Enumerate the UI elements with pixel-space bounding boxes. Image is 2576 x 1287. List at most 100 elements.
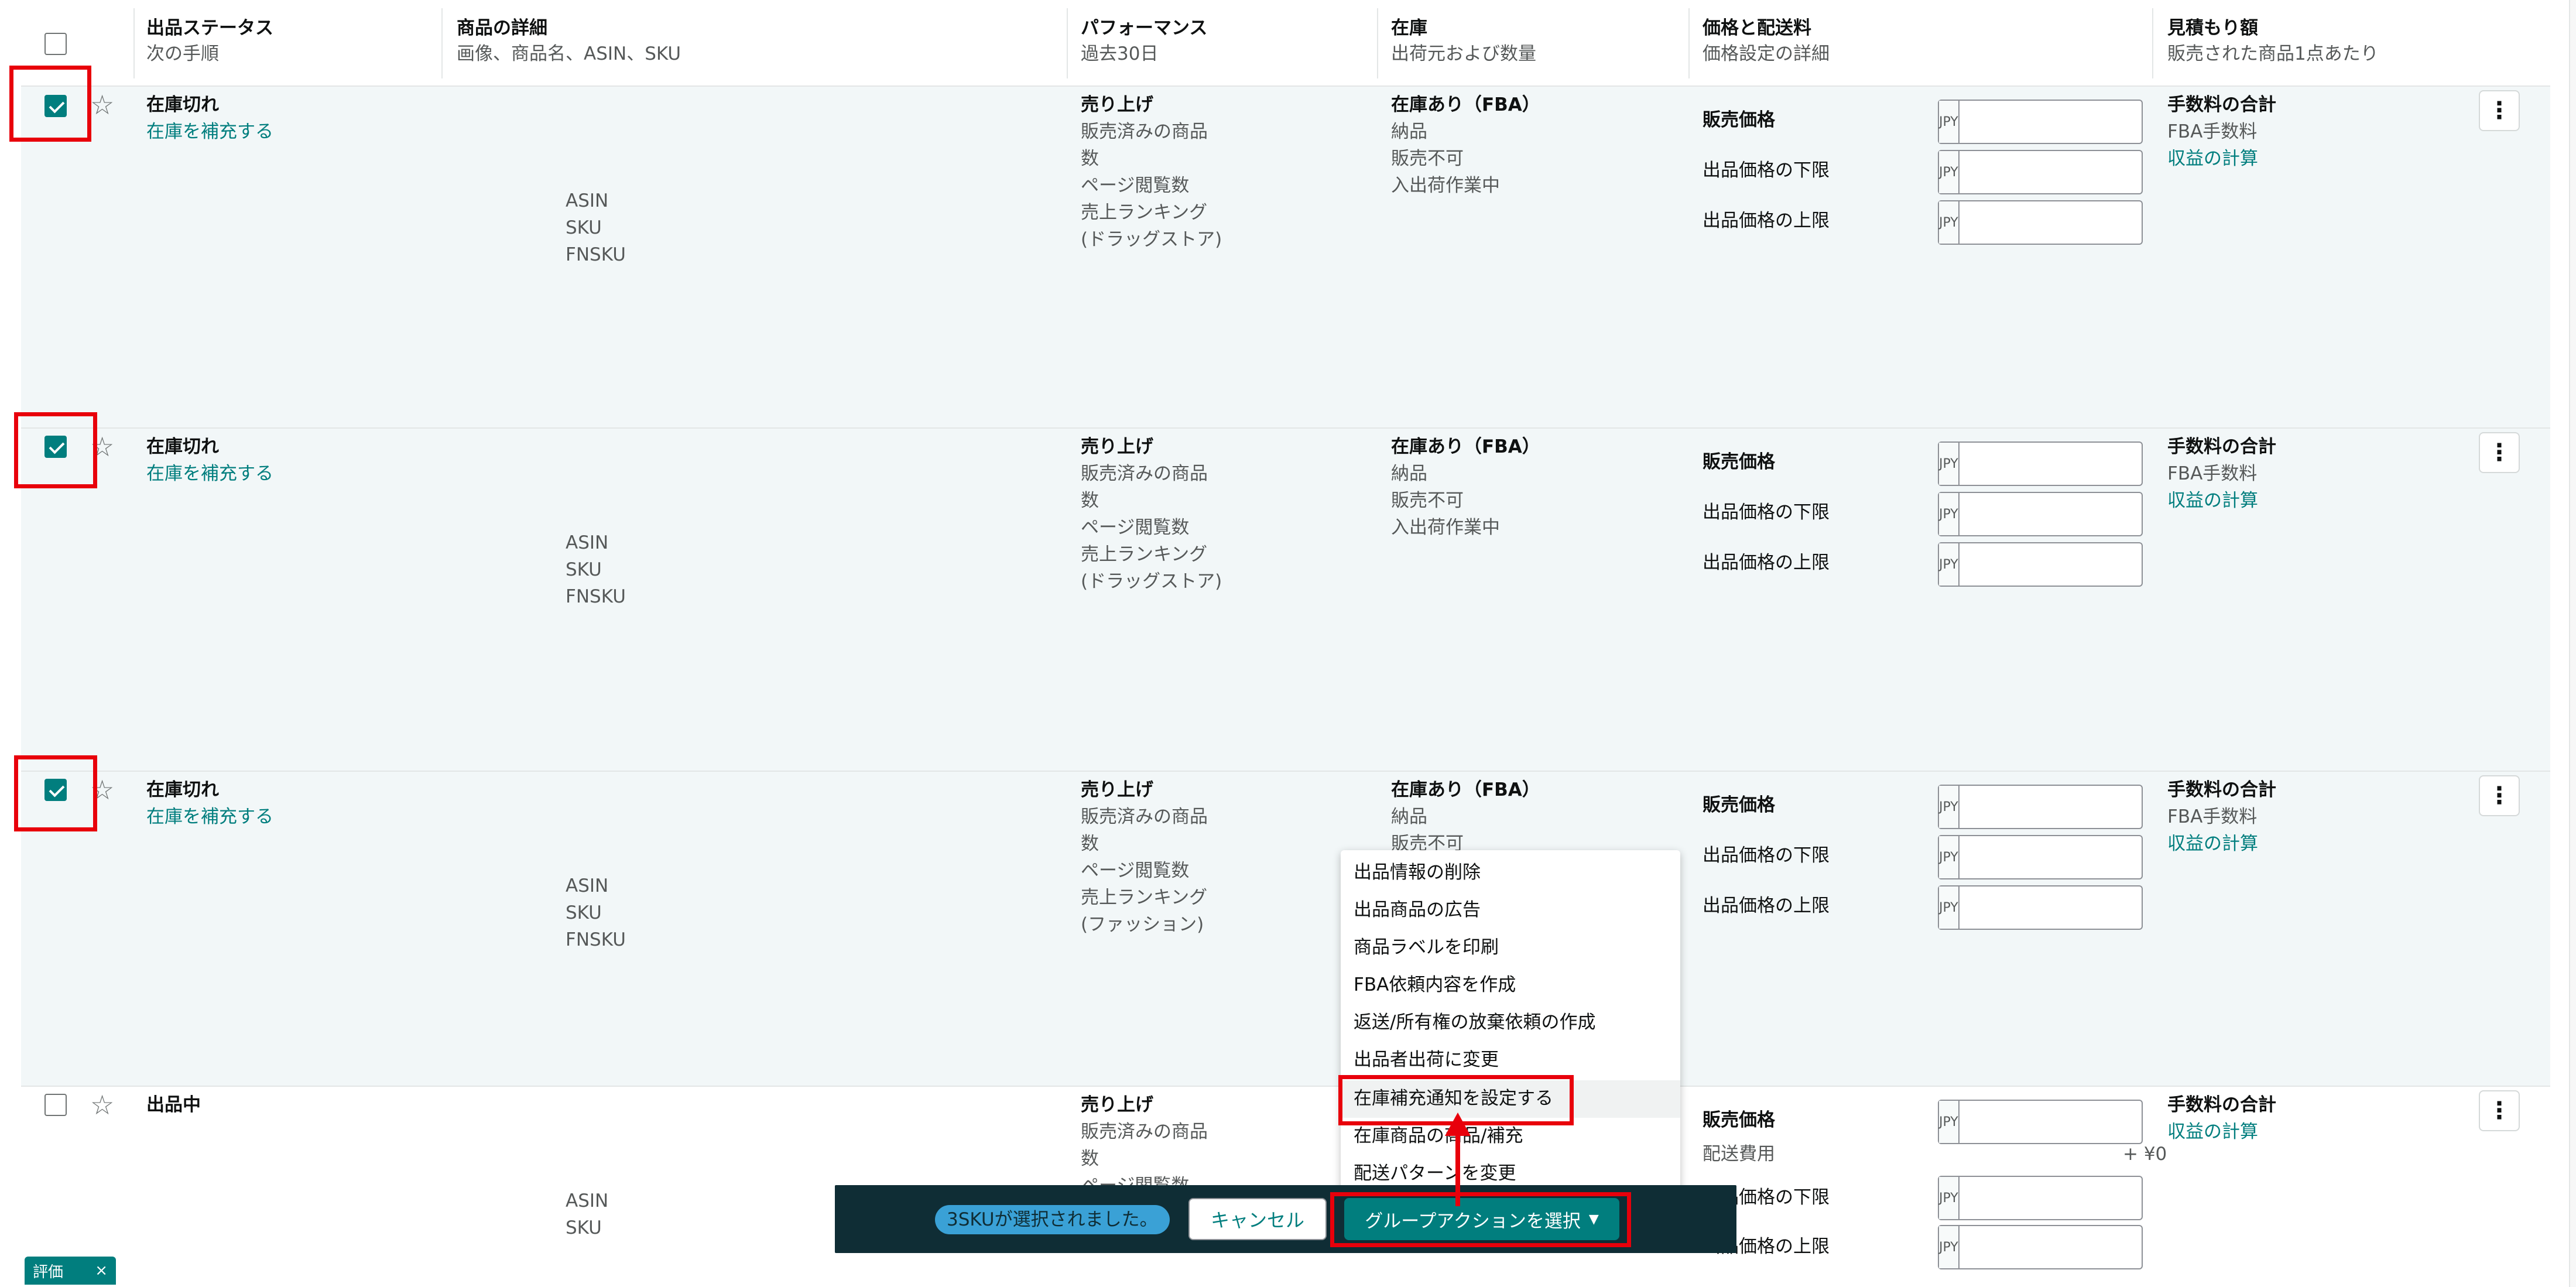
- min-price-label: 出品価格の下限: [1703, 845, 1830, 866]
- max-price-label: 出品価格の上限: [1703, 210, 1830, 231]
- perf-units-cont: 数: [1081, 833, 1099, 854]
- column-divider: [1067, 8, 1068, 78]
- header-stock: 在庫 出荷元および数量: [1391, 15, 1536, 67]
- perf-rank: 売上ランキング: [1081, 544, 1208, 565]
- perf-pageviews: ページ閲覧数: [1081, 860, 1190, 881]
- currency-label: JPY: [1939, 443, 1960, 485]
- listing-status: 在庫切れ: [146, 94, 219, 115]
- currency-label: JPY: [1939, 201, 1960, 244]
- shipping-label: 配送費用: [1703, 1144, 1775, 1165]
- max-price-field[interactable]: [1959, 543, 2180, 586]
- stock-unfulfillable: 販売不可: [1391, 148, 1464, 169]
- menu-item-advertise[interactable]: 出品商品の広告: [1354, 897, 1481, 923]
- min-price-input[interactable]: JPY: [1938, 492, 2180, 536]
- price-input[interactable]: JPY: [1938, 100, 2180, 144]
- perf-units-cont: 数: [1081, 148, 1099, 169]
- menu-item-change-to-mfn[interactable]: 出品者出荷に変更: [1354, 1047, 1499, 1073]
- menu-item-print-labels[interactable]: 商品ラベルを印刷: [1354, 935, 1499, 960]
- more-options-icon[interactable]: ⋮: [2479, 775, 2520, 816]
- sku-label: SKU: [566, 902, 602, 923]
- fee-total: 手数料の合計: [2167, 436, 2276, 457]
- currency-label: JPY: [1939, 493, 1960, 535]
- min-price-input[interactable]: JPY: [1938, 150, 2180, 194]
- price-input[interactable]: JPY: [1938, 785, 2180, 829]
- fnsku-label: FNSKU: [566, 244, 626, 265]
- more-options-icon[interactable]: ⋮: [2479, 90, 2520, 131]
- header-price: 価格と配送料 価格設定の詳細: [1703, 15, 1830, 67]
- fnsku-label: FNSKU: [566, 929, 626, 950]
- header-price-title: 価格と配送料: [1703, 18, 1811, 39]
- annotation-arrow-head: [1445, 1113, 1471, 1136]
- menu-item-create-fba-shipment[interactable]: FBA依頼内容を作成: [1354, 972, 1516, 998]
- min-price-field[interactable]: [1959, 1177, 2180, 1219]
- header-status: 出品ステータス 次の手順: [146, 15, 273, 67]
- price-input[interactable]: JPY: [1938, 1100, 2180, 1144]
- asin-label: ASIN: [566, 532, 609, 553]
- revenue-calculator-link[interactable]: 収益の計算: [2167, 830, 2258, 857]
- min-price-field[interactable]: [1959, 151, 2180, 193]
- sku-label: SKU: [566, 1217, 602, 1238]
- min-price-label: 出品価格の下限: [1703, 502, 1830, 523]
- listing-status: 在庫切れ: [146, 436, 219, 457]
- restock-link[interactable]: 在庫を補充する: [146, 460, 273, 487]
- perf-units: 販売済みの商品: [1081, 121, 1208, 142]
- revenue-calculator-link[interactable]: 収益の計算: [2167, 145, 2258, 172]
- price-field[interactable]: [1959, 443, 2180, 485]
- max-price-input[interactable]: JPY: [1938, 542, 2180, 587]
- min-price-input[interactable]: JPY: [1938, 835, 2180, 879]
- perf-units: 販売済みの商品: [1081, 463, 1208, 484]
- select-all-checkbox[interactable]: [44, 33, 67, 55]
- min-price-field[interactable]: [1959, 493, 2180, 535]
- price-field[interactable]: [1959, 1101, 2180, 1143]
- star-icon[interactable]: ☆: [90, 91, 114, 118]
- price-label: 販売価格: [1703, 451, 1775, 473]
- perf-pageviews: ページ閲覧数: [1081, 517, 1190, 538]
- more-options-icon[interactable]: ⋮: [2479, 1090, 2520, 1131]
- close-icon[interactable]: ×: [95, 1262, 108, 1279]
- max-price-label: 出品価格の上限: [1703, 895, 1830, 916]
- max-price-input[interactable]: JPY: [1938, 885, 2180, 930]
- cancel-button[interactable]: キャンセル: [1188, 1198, 1327, 1240]
- revenue-calculator-link[interactable]: 収益の計算: [2167, 487, 2258, 514]
- stock-fba: 在庫あり（FBA）: [1391, 94, 1540, 115]
- max-price-input[interactable]: JPY: [1938, 1225, 2180, 1269]
- vertical-scrollbar[interactable]: [2569, 0, 2576, 1287]
- highlight-box: [14, 755, 97, 831]
- max-price-field[interactable]: [1959, 886, 2180, 929]
- restock-link[interactable]: 在庫を補充する: [146, 118, 273, 145]
- price-input[interactable]: JPY: [1938, 441, 2180, 486]
- perf-rank: 売上ランキング: [1081, 887, 1208, 908]
- header-status-title: 出品ステータス: [146, 18, 273, 39]
- more-options-icon[interactable]: ⋮: [2479, 432, 2520, 473]
- evaluation-tab-label: 評価: [33, 1263, 64, 1281]
- max-price-input[interactable]: JPY: [1938, 200, 2180, 245]
- star-icon[interactable]: ☆: [90, 1091, 114, 1118]
- revenue-calculator-link[interactable]: 収益の計算: [2167, 1118, 2258, 1145]
- row-checkbox[interactable]: [44, 1094, 67, 1116]
- menu-item-delete-listing[interactable]: 出品情報の削除: [1354, 860, 1481, 885]
- perf-units-cont: 数: [1081, 1148, 1099, 1169]
- min-price-input[interactable]: JPY: [1938, 1176, 2180, 1220]
- header-perf-sub: 過去30日: [1081, 43, 1159, 64]
- max-price-field[interactable]: [1959, 1226, 2180, 1268]
- column-divider: [1377, 8, 1378, 78]
- price-field[interactable]: [1959, 786, 2180, 828]
- menu-item-shipping-template[interactable]: 配送パターンを変更: [1354, 1161, 1516, 1186]
- evaluation-tab[interactable]: 評価 ×: [25, 1257, 116, 1285]
- min-price-field[interactable]: [1959, 836, 2180, 878]
- menu-item-create-removal[interactable]: 返送/所有権の放棄依頼の作成: [1354, 1009, 1595, 1035]
- restock-link[interactable]: 在庫を補充する: [146, 803, 273, 830]
- stock-inbound: 納品: [1391, 121, 1427, 142]
- price-field[interactable]: [1959, 101, 2180, 143]
- currency-label: JPY: [1939, 543, 1960, 586]
- fba-fee: FBA手数料: [2167, 806, 2258, 827]
- min-price-label: 出品価格の下限: [1703, 160, 1830, 181]
- perf-units-cont: 数: [1081, 490, 1099, 511]
- currency-label: JPY: [1939, 836, 1960, 878]
- menu-item-restock-inventory[interactable]: 在庫商品の商品/補充: [1354, 1123, 1523, 1149]
- perf-units: 販売済みの商品: [1081, 806, 1208, 827]
- fee-total: 手数料の合計: [2167, 94, 2276, 115]
- max-price-field[interactable]: [1959, 201, 2180, 244]
- stock-fba: 在庫あり（FBA）: [1391, 779, 1540, 800]
- header-status-sub: 次の手順: [146, 43, 219, 64]
